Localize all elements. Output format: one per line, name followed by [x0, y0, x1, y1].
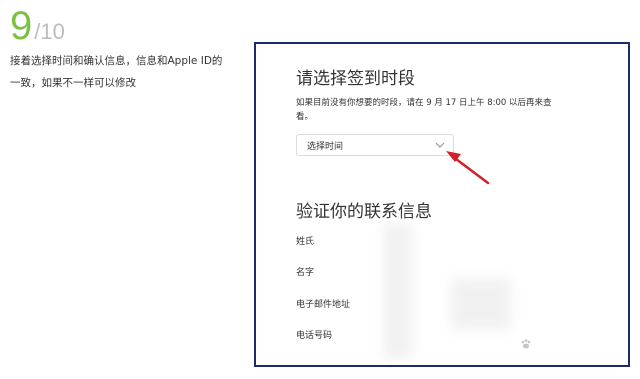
paw-icon: [521, 339, 531, 349]
step-indicator: 9/10: [10, 4, 65, 56]
time-select-dropdown[interactable]: 选择时间: [296, 134, 454, 156]
first-name-label: 名字: [296, 268, 315, 278]
watermark: [520, 338, 534, 351]
step-description: 接着选择时间和确认信息，信息和Apple ID的一致，如果不一样可以修改: [10, 55, 223, 89]
step-total-number: /10: [34, 19, 65, 44]
step-current-number: 9: [10, 4, 33, 48]
page: 9/10 接着选择时间和确认信息，信息和Apple ID的一致，如果不一样可以修…: [0, 0, 640, 379]
email-label: 电子邮件地址: [296, 300, 351, 310]
timeslot-notice: 如果目前没有你想要的时段，请在 9 月 17 日上午 8:00 以后再来查看。: [296, 98, 552, 122]
select-timeslot-heading: 请选择签到时段: [296, 69, 415, 89]
last-name-label: 姓氏: [296, 237, 315, 247]
screenshot-panel: 请选择签到时段 如果目前没有你想要的时段，请在 9 月 17 日上午 8:00 …: [254, 42, 630, 367]
verify-contact-heading: 验证你的联系信息: [296, 202, 432, 222]
redacted-field-values: [384, 224, 412, 359]
chevron-down-icon: [435, 142, 445, 148]
phone-label: 电话号码: [296, 331, 333, 341]
redacted-field-values-2: [451, 279, 511, 329]
time-select-value: 选择时间: [307, 142, 344, 152]
